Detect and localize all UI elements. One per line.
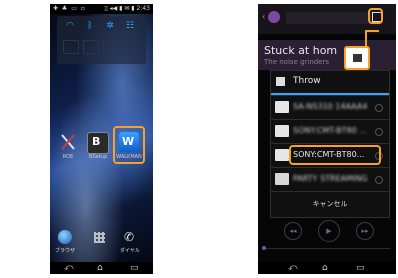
settings-grid-icon[interactable]: ☷ — [123, 20, 137, 32]
artist-name: The noise grinders — [264, 58, 330, 66]
dialog-header: Throw — [271, 71, 389, 93]
next-icon[interactable]: ▸▸ — [356, 222, 374, 240]
throw-icon-callout — [344, 46, 370, 70]
phone-label: ダイヤル — [120, 248, 140, 254]
quick-setting-slot[interactable] — [103, 40, 119, 54]
device-radio[interactable] — [375, 128, 383, 136]
device-highlight — [289, 145, 381, 165]
device-name: SA-NS310 14AAA4 — [293, 102, 368, 111]
back-icon[interactable]: ⤺ — [64, 263, 74, 273]
callout-connector — [365, 32, 367, 48]
app-drawer-icon[interactable] — [94, 232, 105, 243]
app-logo-icon — [268, 11, 280, 23]
device-icon — [275, 173, 289, 185]
status-right-text: ▯ ◂◀ ▮ ✉ ▮ 2:43 — [104, 5, 150, 12]
home-icon[interactable]: ⌂ — [322, 263, 328, 273]
recent-apps-icon[interactable]: ▭ — [130, 263, 139, 273]
throw-dialog: Throw SA-NS310 14AAA4 SONY:CMT-BT80 ... … — [270, 70, 390, 218]
device-radio[interactable] — [375, 104, 383, 112]
app-roe[interactable] — [58, 132, 78, 152]
device-radio[interactable] — [375, 176, 383, 184]
quick-setting-slot[interactable] — [123, 40, 139, 54]
cancel-button[interactable]: キャンセル — [271, 199, 389, 209]
back-arrow-icon[interactable]: ‹ — [262, 12, 265, 21]
recent-apps-icon[interactable]: ▭ — [356, 263, 365, 273]
right-phone-screen: ‹ Stuck at hom The noise grinders Throw … — [258, 4, 396, 274]
device-row[interactable]: SA-NS310 14AAA4 — [271, 95, 389, 120]
quick-setting-slot[interactable] — [63, 40, 79, 54]
bluetooth-icon[interactable]: ᛒ — [83, 20, 97, 32]
gear-icon[interactable]: ✲ — [103, 20, 117, 32]
device-row[interactable]: PARTY STREAMING — [271, 167, 389, 192]
app-nsetup[interactable]: B — [87, 132, 109, 154]
callout-connector — [365, 30, 379, 32]
tools-icon — [61, 134, 75, 150]
device-name: SONY:CMT-BT80 ... — [293, 126, 367, 135]
b-setup-icon: B — [92, 135, 101, 148]
status-left-icons: ✚ ♣ ▭ ▫ — [53, 5, 86, 12]
quick-settings-widget: ◠ ᛒ ✲ ☷ — [57, 16, 146, 64]
search-field[interactable] — [286, 12, 372, 24]
app-label-nsetup: NSetup — [88, 154, 108, 160]
quick-setting-slot[interactable] — [83, 40, 99, 54]
nav-bar: ⤺ ⌂ ▭ — [258, 262, 396, 274]
cancel-row[interactable]: キャンセル — [271, 191, 389, 217]
device-name: PARTY STREAMING — [293, 174, 368, 183]
nav-bar: ⤺ ⌂ ▭ — [50, 262, 153, 274]
throw-icon — [276, 77, 285, 86]
previous-icon[interactable]: ◂◂ — [284, 222, 302, 240]
home-icon[interactable]: ⌂ — [97, 263, 103, 273]
device-icon — [275, 125, 289, 137]
device-icon — [275, 101, 289, 113]
app-label-roe: ROE — [62, 154, 74, 160]
dialog-title: Throw — [293, 76, 321, 86]
track-title: Stuck at hom — [264, 44, 338, 57]
seek-handle[interactable] — [262, 246, 266, 250]
device-icon — [275, 149, 289, 161]
status-bar: ✚ ♣ ▭ ▫ ▯ ◂◀ ▮ ✉ ▮ 2:43 — [50, 4, 153, 14]
back-icon[interactable]: ⤺ — [288, 263, 298, 273]
now-playing-header: Stuck at hom The noise grinders — [258, 40, 396, 70]
browser-label: ブラウザ — [55, 248, 76, 254]
throw-icon — [353, 54, 362, 62]
wifi-icon[interactable]: ◠ — [63, 20, 77, 32]
device-row[interactable]: SONY:CMT-BT80 ... — [271, 119, 389, 144]
throw-action-highlight — [368, 8, 383, 24]
seek-bar[interactable] — [264, 248, 390, 249]
browser-icon[interactable] — [58, 230, 72, 244]
phone-icon[interactable]: ✆ — [124, 230, 134, 244]
walkman-highlight — [113, 126, 145, 164]
play-icon[interactable]: ▶ — [318, 220, 340, 242]
left-phone-screen: ✚ ♣ ▭ ▫ ▯ ◂◀ ▮ ✉ ▮ 2:43 ◠ ᛒ ✲ ☷ ROE B NS… — [50, 4, 153, 274]
